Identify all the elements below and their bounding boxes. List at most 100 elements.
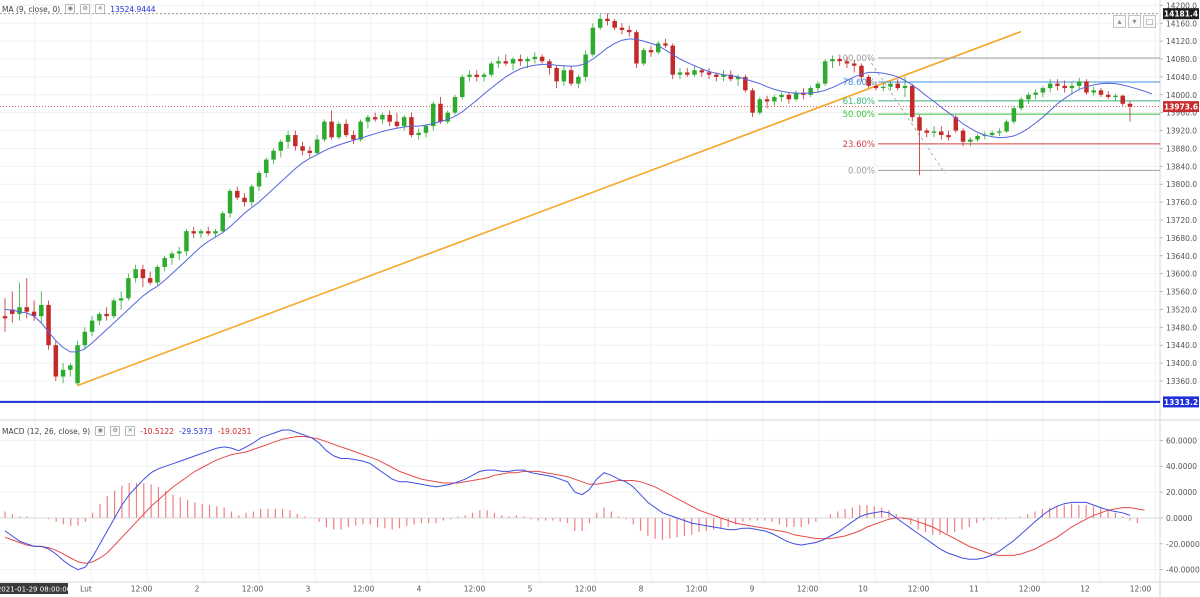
candle-body [336, 123, 342, 138]
time-tick-label: 11 [969, 585, 979, 594]
time-tick-label: 12:00 [1130, 585, 1152, 594]
price-flag-label: 14181.4 [1164, 10, 1198, 19]
candle-body [1011, 108, 1017, 122]
time-tick-label: 12:00 [575, 585, 597, 594]
settings-icon[interactable]: ⚙ [80, 4, 91, 14]
price-tick-label: 14040.0 [1166, 73, 1197, 82]
eye-icon[interactable]: ◉ [95, 426, 106, 436]
candle-body [960, 130, 966, 142]
candle-body [39, 304, 44, 317]
ma-legend-label: MA (9, close, 0) [2, 4, 61, 14]
candle-body [452, 97, 458, 113]
candle-body [176, 251, 182, 254]
candle-body [271, 150, 276, 160]
close-icon[interactable]: ✕ [95, 4, 106, 14]
fib-level-label: 0.00% [848, 166, 875, 176]
candle-body [474, 74, 480, 77]
candle-body [1026, 94, 1031, 100]
price-flag-label: 13313.2 [1164, 398, 1198, 407]
candle-body [597, 18, 603, 28]
time-tick-label: 2021-01-29 08:00:00 [0, 586, 71, 594]
candle-body [387, 114, 392, 122]
candle-body [779, 94, 784, 98]
candle-body [401, 117, 407, 127]
candle-body [343, 123, 349, 136]
candle-body [663, 43, 668, 46]
candle-body [670, 45, 675, 75]
candle-body [118, 298, 124, 301]
candle-body [372, 117, 378, 120]
time-tick-label: 12:00 [1019, 585, 1041, 594]
time-tick-label: Lut [80, 585, 92, 594]
candle-body [619, 27, 625, 30]
candle-body [1076, 81, 1082, 86]
fib-level-label: 61.80% [843, 97, 875, 107]
candle-body [815, 83, 821, 89]
candle-body [205, 231, 211, 234]
macd-value: -10.5122 [140, 426, 174, 436]
settings-icon[interactable]: ⚙ [110, 426, 121, 436]
candle-body [518, 59, 523, 62]
candle-body [1098, 90, 1104, 95]
candle-body [866, 76, 871, 86]
candle-body [968, 139, 973, 142]
candle-body [220, 213, 225, 232]
candle-body [851, 63, 857, 66]
candle-body [256, 173, 262, 187]
candle-body [351, 135, 356, 140]
price-tick-label: 13480.0 [1166, 323, 1197, 332]
candle-body [997, 131, 1002, 133]
ma-legend-value: 13524.9444 [110, 4, 156, 14]
candle-body [416, 132, 421, 136]
candle-body [155, 266, 160, 283]
candle-body [2, 316, 8, 319]
candle-body [808, 88, 813, 95]
maximize-icon[interactable]: □ [1143, 15, 1156, 28]
macd-legend-label: MACD (12, 26, close, 9) [2, 426, 91, 436]
candle-body [104, 313, 109, 317]
candle-body [1047, 83, 1053, 89]
candle-body [786, 94, 792, 100]
price-tick-label: 13360.0 [1166, 377, 1197, 386]
eye-icon[interactable]: ◉ [65, 4, 76, 14]
time-tick-label: 8 [639, 585, 644, 594]
chart-canvas[interactable]: 100.00%78.60%61.80%50.00%23.60%0.00%1336… [0, 0, 1200, 597]
candle-body [1062, 85, 1067, 89]
candle-body [554, 67, 559, 82]
price-tick-label: 13800.0 [1166, 180, 1197, 189]
price-tick-label: 13400.0 [1166, 359, 1197, 368]
candle-body [489, 63, 494, 75]
time-tick-label: 12:00 [797, 585, 819, 594]
histogram-value: -19.0251 [217, 426, 252, 436]
candle-body [329, 121, 334, 138]
close-icon[interactable]: ✕ [125, 426, 136, 436]
candle-body [17, 307, 22, 314]
macd-legend: MACD (12, 26, close, 9) ◉ ⚙ ✕ -10.5122 -… [2, 426, 251, 436]
trading-chart[interactable]: 100.00% 78.60% 61.80% 50.00% 23.60% 0.00% 1336… [0, 0, 1200, 597]
candle-body [140, 269, 146, 279]
macd-tick-label: -20.0000 [1166, 540, 1200, 549]
time-tick-label: 12:00 [242, 585, 264, 594]
candle-body [467, 74, 472, 77]
candle-body [924, 130, 930, 133]
candle-body [561, 70, 567, 82]
candle-body [1055, 83, 1060, 86]
candle-body [169, 253, 175, 259]
pane-up-icon[interactable]: ▴ [1113, 15, 1126, 28]
candle-body [634, 32, 639, 64]
pane-down-icon[interactable]: ▾ [1128, 15, 1141, 28]
candle-body [750, 90, 755, 113]
candle-body [931, 131, 937, 133]
time-tick-label: 12:00 [908, 585, 930, 594]
price-flag-label: 13973.6 [1164, 103, 1198, 112]
fib-level-label: 23.60% [843, 140, 875, 150]
candle-body [300, 146, 305, 151]
candle-body [227, 190, 233, 214]
candle-body [895, 83, 900, 89]
candle-body [46, 304, 51, 346]
time-tick-label: 5 [528, 585, 533, 594]
candle-body [975, 135, 980, 140]
candle-body [380, 114, 385, 120]
candle-body [394, 121, 400, 127]
candle-body [946, 135, 951, 138]
